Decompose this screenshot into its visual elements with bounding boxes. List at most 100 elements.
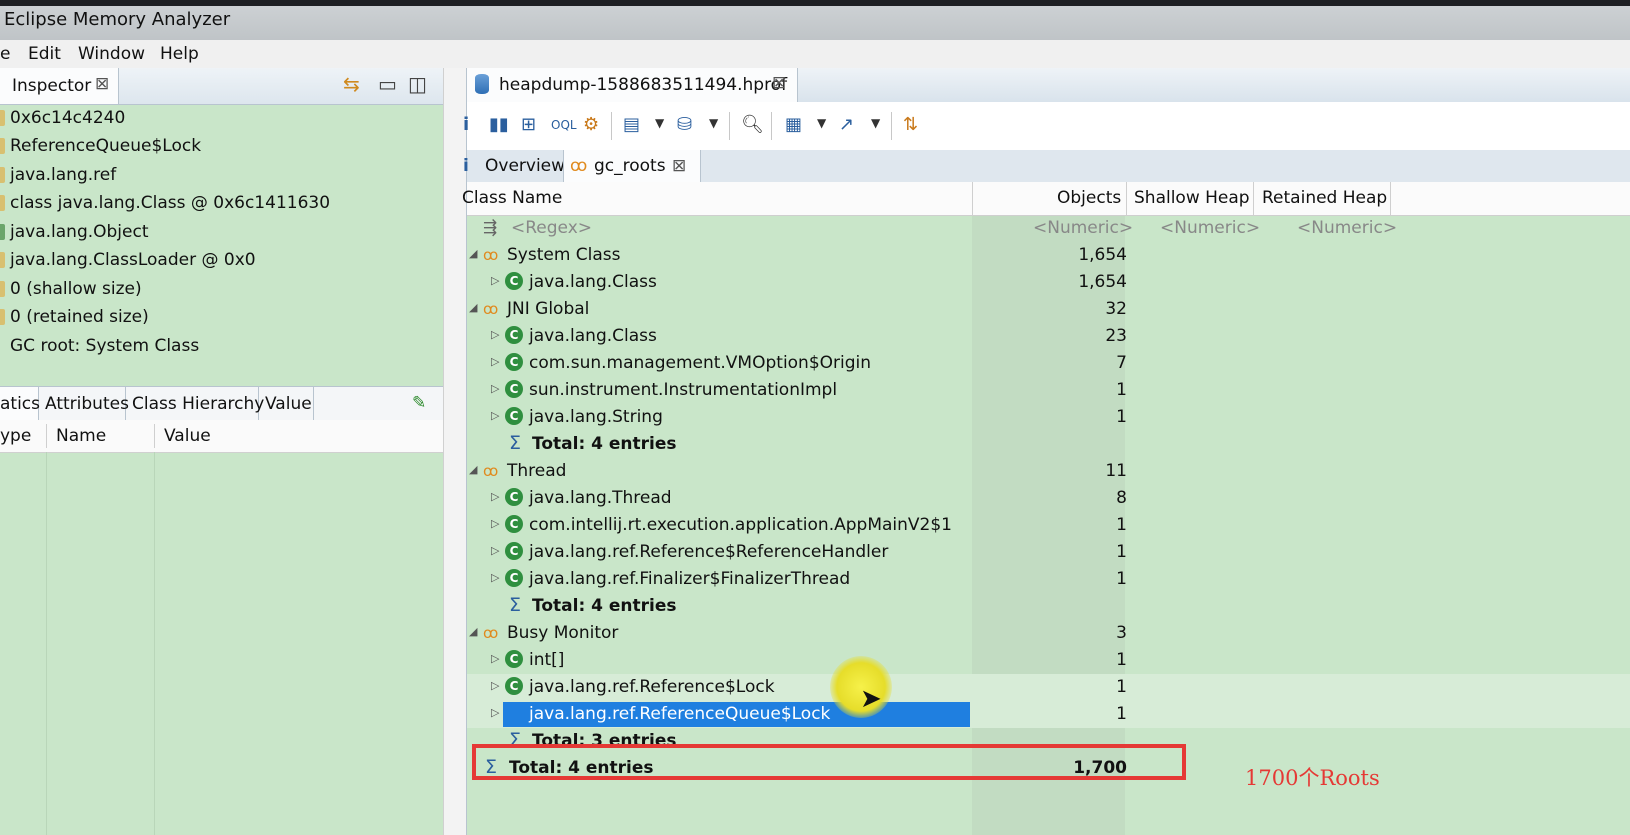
- class-icon: C: [505, 407, 523, 425]
- sash[interactable]: [443, 68, 467, 835]
- tab-value[interactable]: Value: [259, 387, 314, 421]
- maximize-icon[interactable]: ◫: [408, 72, 427, 96]
- menu-window[interactable]: Window: [78, 44, 145, 64]
- table-row[interactable]: ▷ Cjava.lang.Class 1,654: [467, 269, 1630, 296]
- tab-gc-roots[interactable]: ꝏ gc_roots ⊠: [563, 150, 701, 182]
- expand-icon[interactable]: ▷: [491, 274, 499, 287]
- column-name[interactable]: Name: [56, 426, 106, 446]
- gc-root-group-row[interactable]: ◢ ꝏ System Class 1,654: [467, 242, 1630, 269]
- expand-icon[interactable]: ▷: [491, 679, 499, 692]
- inspector-row: 0 (retained size): [0, 303, 458, 332]
- table-row[interactable]: ▷ Cjava.lang.Class 23: [467, 323, 1630, 350]
- tab-overview[interactable]: i Overview: [463, 150, 565, 182]
- gc-roots-table: Class Name Objects Shallow Heap Retained…: [462, 182, 1630, 835]
- retained-filter[interactable]: <Numeric>: [1297, 218, 1397, 238]
- expand-icon[interactable]: ▷: [491, 490, 499, 503]
- classloader-icon: [0, 252, 5, 268]
- tab-inspector[interactable]: Inspector ⊠: [0, 68, 119, 104]
- table-row[interactable]: ▷ Cjava.lang.ref.Reference$ReferenceHandl…: [467, 539, 1630, 566]
- column-class-name[interactable]: Class Name: [462, 188, 562, 208]
- expand-icon[interactable]: ▷: [491, 382, 499, 395]
- table-row[interactable]: ▷ Ccom.sun.management.VMOption$Origin 7: [467, 350, 1630, 377]
- tab-class-hierarchy[interactable]: Class Hierarchy: [126, 387, 264, 421]
- table-row[interactable]: ▷ Ccom.intellij.rt.execution.application.…: [467, 512, 1630, 539]
- menu-help[interactable]: Help: [160, 44, 199, 64]
- calculator-icon[interactable]: ▦: [785, 114, 802, 135]
- expand-icon[interactable]: ▷: [491, 652, 499, 665]
- collapse-icon[interactable]: ◢: [469, 463, 477, 476]
- close-icon[interactable]: ⊠: [95, 74, 109, 94]
- expand-icon[interactable]: ▷: [491, 328, 499, 341]
- column-objects[interactable]: Objects: [1057, 188, 1121, 208]
- compare-icon[interactable]: ⇅: [903, 114, 918, 135]
- table-row[interactable]: ▷ Cjava.lang.Thread 8: [467, 485, 1630, 512]
- expand-icon[interactable]: ▷: [491, 571, 499, 584]
- address-icon: [0, 110, 5, 126]
- close-icon[interactable]: ⊠: [772, 73, 786, 93]
- expand-icon[interactable]: ▷: [491, 517, 499, 530]
- menu-file[interactable]: e: [0, 44, 10, 64]
- export-icon[interactable]: ↗: [839, 114, 854, 135]
- column-type[interactable]: ype: [0, 426, 31, 446]
- objects-filter[interactable]: <Numeric>: [1033, 218, 1133, 238]
- column-value[interactable]: Value: [164, 426, 211, 446]
- table-row[interactable]: ▷ Cint[] 1: [467, 647, 1630, 674]
- close-icon[interactable]: ⊠: [672, 156, 686, 176]
- regex-filter[interactable]: <Regex>: [511, 218, 592, 238]
- run-report-icon[interactable]: ▤: [623, 114, 640, 135]
- expand-icon[interactable]: ▷: [491, 706, 499, 719]
- gc-root-group-row[interactable]: ◢ ꝏ Busy Monitor 3: [467, 620, 1630, 647]
- row-name: Total: 4 entries: [532, 596, 677, 616]
- chevron-down-icon[interactable]: ▼: [709, 116, 718, 130]
- table-row[interactable]: ▷ Cjava.lang.String 1: [467, 404, 1630, 431]
- expand-icon[interactable]: ▷: [491, 544, 499, 557]
- class-icon: [0, 195, 5, 211]
- shallow-filter[interactable]: <Numeric>: [1160, 218, 1260, 238]
- expand-icon[interactable]: ▷: [491, 409, 499, 422]
- table-row[interactable]: ▷ Csun.instrument.InstrumentationImpl 1: [467, 377, 1630, 404]
- class-icon: C: [505, 515, 523, 533]
- inspector-table-header: ype Name Value: [0, 420, 458, 453]
- oql-icon[interactable]: OQL: [551, 118, 577, 132]
- info-icon[interactable]: i: [463, 114, 469, 135]
- gc-root-icon: ꝏ: [483, 624, 499, 642]
- tab-statics[interactable]: atics: [0, 387, 41, 421]
- collapse-icon[interactable]: ◢: [469, 625, 477, 638]
- filter-icon: ⇶: [483, 218, 498, 238]
- menu-edit[interactable]: Edit: [28, 44, 61, 64]
- gc-root-group-row[interactable]: ◢ ꝏ JNI Global 32: [467, 296, 1630, 323]
- filter-row: ⇶ <Regex> <Numeric> <Numeric> <Numeric>: [467, 215, 1630, 242]
- column-shallow-heap[interactable]: Shallow Heap: [1134, 188, 1250, 208]
- expand-icon[interactable]: ▷: [491, 355, 499, 368]
- collapse-icon[interactable]: ◢: [469, 301, 477, 314]
- gc-root-group-row[interactable]: ◢ ꝏ Thread 11: [467, 458, 1630, 485]
- tab-heapdump[interactable]: heapdump-1588683511494.hprof ⊠: [467, 68, 798, 102]
- chevron-down-icon[interactable]: ▼: [817, 116, 826, 130]
- link-with-editor-icon[interactable]: ⇆: [343, 72, 360, 96]
- collapse-icon[interactable]: ◢: [469, 247, 477, 260]
- minimize-icon[interactable]: ▭: [378, 72, 397, 96]
- pin-icon[interactable]: ✎: [412, 393, 426, 413]
- table-row[interactable]: ▷Cjava.lang.ref.ReferenceQueue$Lock1: [467, 701, 1630, 728]
- query-browser-icon[interactable]: ⛁: [677, 114, 692, 135]
- objects-value: 1: [1116, 569, 1127, 589]
- heap-dump-overview-icon[interactable]: ⚙: [583, 114, 599, 135]
- objects-value: 1,654: [1078, 245, 1127, 265]
- column-retained-heap[interactable]: Retained Heap: [1262, 188, 1387, 208]
- dominator-tree-icon[interactable]: ⊞: [521, 114, 536, 135]
- total-row[interactable]: Σ Total: 4 entries: [467, 593, 1630, 620]
- tab-label: atics: [0, 394, 41, 414]
- table-row[interactable]: ▷ Cjava.lang.ref.Reference$Lock 1: [467, 674, 1630, 701]
- histogram-icon[interactable]: ▮▮: [489, 114, 509, 135]
- chevron-down-icon[interactable]: ▼: [655, 116, 664, 130]
- chevron-down-icon[interactable]: ▼: [871, 116, 880, 130]
- total-row[interactable]: Σ Total: 4 entries: [467, 431, 1630, 458]
- objects-value: 7: [1116, 353, 1127, 373]
- table-row[interactable]: ▷ Cjava.lang.ref.Finalizer$FinalizerThrea…: [467, 566, 1630, 593]
- gc-root-icon: ꝏ: [483, 300, 499, 318]
- sum-icon: Σ: [509, 432, 522, 454]
- tab-label: gc_roots: [594, 156, 666, 176]
- search-icon[interactable]: 🔍︎: [741, 114, 764, 135]
- tab-attributes[interactable]: Attributes: [39, 387, 129, 421]
- inspector-value: GC root: System Class: [10, 336, 200, 356]
